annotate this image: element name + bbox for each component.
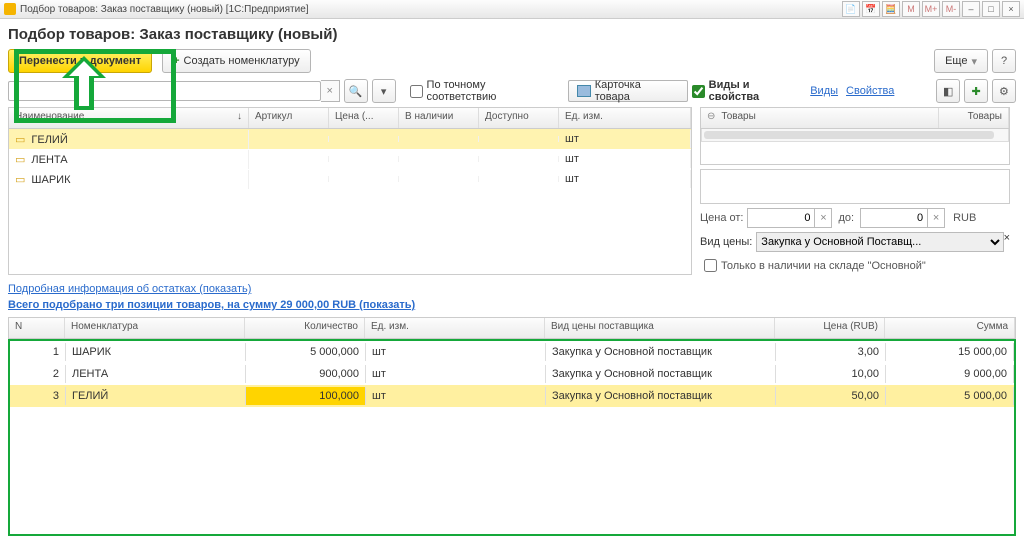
goods-row[interactable]: ▭ШАРИКшт: [9, 169, 691, 189]
item-card-button[interactable]: Карточка товара: [568, 80, 688, 102]
calc2-icon[interactable]: 🧮: [882, 1, 900, 17]
price-to-input[interactable]: [860, 208, 928, 228]
m-button[interactable]: M: [902, 1, 920, 17]
goods-grid[interactable]: Наименование↓ Артикул Цена (... В наличи…: [8, 107, 692, 275]
add-button[interactable]: ✚: [964, 79, 988, 103]
picked-row[interactable]: 1ШАРИК5 000,000штЗакупка у Основной пост…: [10, 341, 1014, 363]
window-title: Подбор товаров: Заказ поставщику (новый)…: [20, 4, 309, 15]
goods-row[interactable]: ▭ГЕЛИЙшт: [9, 129, 691, 149]
minimize-button[interactable]: –: [962, 1, 980, 17]
stock-details-link[interactable]: Подробная информация об остатках (показа…: [8, 283, 1016, 295]
maximize-button[interactable]: □: [982, 1, 1000, 17]
search-input[interactable]: [8, 81, 321, 101]
mplus-button[interactable]: M+: [922, 1, 940, 17]
search-button[interactable]: 🔍: [344, 79, 368, 103]
categories-tree[interactable]: ⊖Товары Товары: [700, 107, 1010, 165]
props-link[interactable]: Свойства: [846, 85, 894, 97]
price-from-clear[interactable]: ×: [815, 208, 832, 228]
picked-grid[interactable]: 1ШАРИК5 000,000штЗакупка у Основной пост…: [8, 339, 1016, 536]
tree-collapse-button[interactable]: ◧: [936, 79, 960, 103]
mminus-button[interactable]: M-: [942, 1, 960, 17]
currency-label: RUB: [953, 212, 976, 224]
exact-match-checkbox[interactable]: По точному соответствию: [406, 79, 558, 103]
calendar-icon[interactable]: 📅: [862, 1, 880, 17]
price-to-clear[interactable]: ×: [928, 208, 945, 228]
price-from-label: Цена от:: [700, 212, 743, 224]
filter-bar: × 🔍 ▾ По точному соответствию Карточка т…: [8, 79, 1016, 103]
transfer-button[interactable]: Перенести в документ: [8, 49, 152, 73]
close-button[interactable]: ×: [1002, 1, 1020, 17]
stock-only-checkbox[interactable]: Только в наличии на складе "Основной": [700, 256, 1010, 275]
price-type-clear[interactable]: ×: [1004, 232, 1010, 252]
titlebar: Подбор товаров: Заказ поставщику (новый)…: [0, 0, 1024, 19]
picked-row[interactable]: 3ГЕЛИЙ100,000штЗакупка у Основной постав…: [10, 385, 1014, 407]
settings-button[interactable]: ⚙: [992, 79, 1016, 103]
kinds-link[interactable]: Виды: [810, 85, 838, 97]
picked-row[interactable]: 2ЛЕНТА900,000штЗакупка у Основной постав…: [10, 363, 1014, 385]
price-type-label: Вид цены:: [700, 236, 752, 248]
summary-link[interactable]: Всего подобрано три позиции товаров, на …: [8, 299, 1016, 311]
price-type-select[interactable]: Закупка у Основной Поставщ...: [756, 232, 1003, 252]
page-title: Подбор товаров: Заказ поставщику (новый): [8, 26, 1016, 43]
calc-icon[interactable]: 📄: [842, 1, 860, 17]
create-nomenclature-button[interactable]: +Создать номенклатуру: [162, 49, 311, 73]
price-to-label: до:: [838, 212, 854, 224]
kinds-props-toggle[interactable]: Виды и свойства Виды Свойства: [688, 79, 903, 103]
goods-row[interactable]: ▭ЛЕНТАшт: [9, 149, 691, 169]
more-button[interactable]: Еще ▾: [934, 49, 988, 73]
preview-panel: [700, 169, 1010, 204]
help-button[interactable]: ?: [992, 49, 1016, 73]
price-from-input[interactable]: [747, 208, 815, 228]
tree-hscroll[interactable]: [701, 129, 1009, 142]
filter-button[interactable]: ▾: [372, 79, 396, 103]
app-icon: [4, 3, 16, 15]
main-toolbar: Перенести в документ +Создать номенклату…: [8, 49, 1016, 73]
clear-search-button[interactable]: ×: [321, 80, 340, 102]
